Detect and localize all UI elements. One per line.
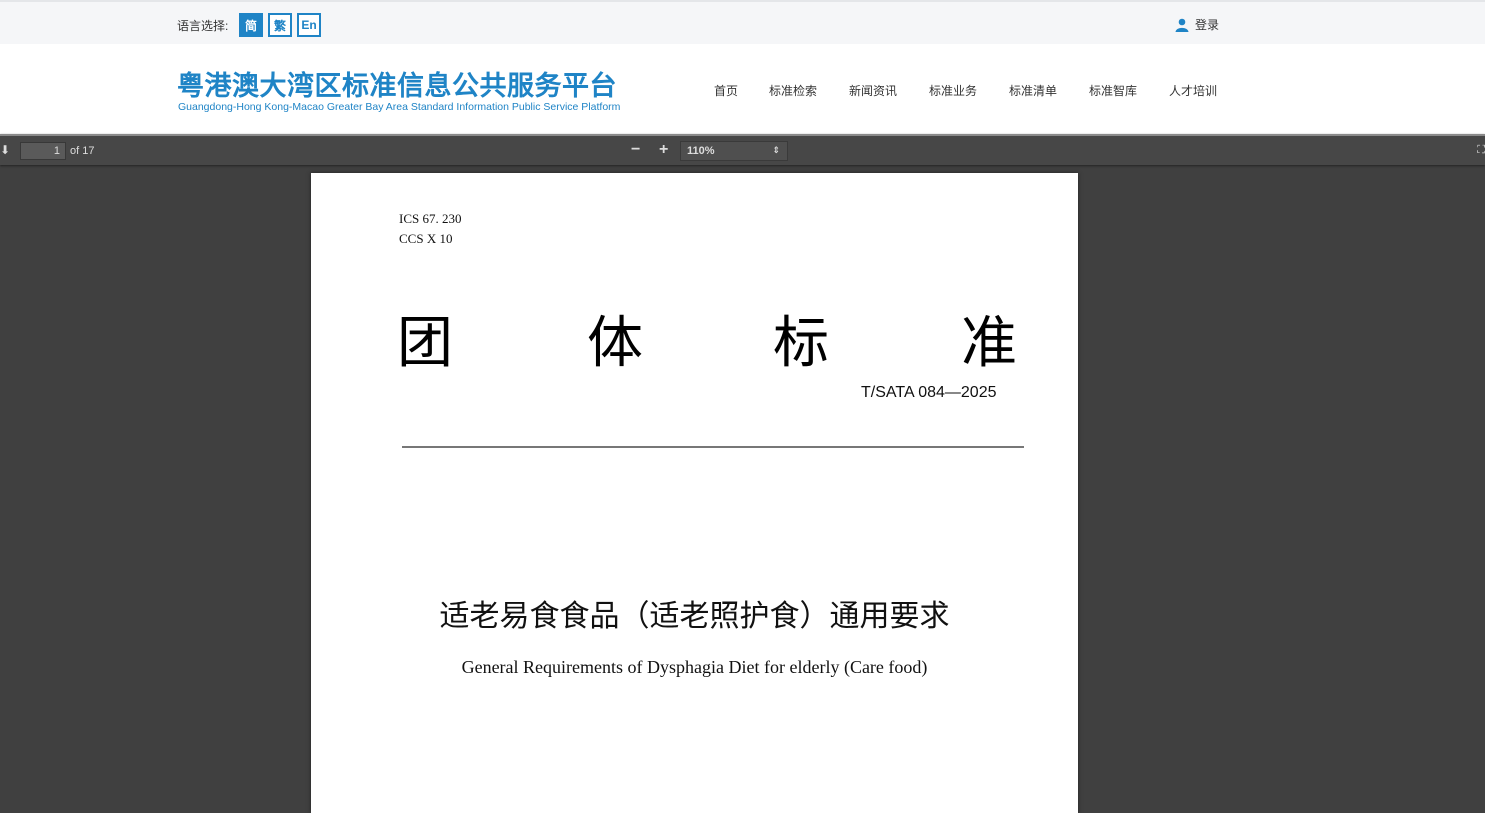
document-title-en: General Requirements of Dysphagia Diet f… xyxy=(461,657,928,677)
top-bar: 语言选择: 简 繁 En 登录 xyxy=(0,0,1485,44)
login-label: 登录 xyxy=(1195,18,1220,32)
download-icon[interactable]: ⬇ xyxy=(0,143,10,157)
nav-standard-search[interactable]: 标准检索 xyxy=(769,82,817,99)
lang-traditional-button[interactable]: 繁 xyxy=(268,13,292,37)
nav-home[interactable]: 首页 xyxy=(714,82,738,99)
page-number-input[interactable]: 1 xyxy=(20,142,66,160)
page-count: of 17 xyxy=(70,145,95,157)
pdf-toolbar: ⬇ 1 of 17 − + 110% ⇕ ⛶ xyxy=(0,134,1485,165)
document-title-cn: 适老易食食品（适老照护食）通用要求 xyxy=(439,600,950,633)
zoom-select[interactable]: 110% ⇕ xyxy=(680,141,788,161)
heading-char: 标 xyxy=(773,311,829,376)
user-icon xyxy=(1175,18,1189,32)
nav-standard-list[interactable]: 标准清单 xyxy=(1009,82,1057,99)
heading-char: 团 xyxy=(397,311,453,376)
nav-news[interactable]: 新闻资讯 xyxy=(849,82,897,99)
divider xyxy=(402,446,1024,448)
nav-think-tank[interactable]: 标准智库 xyxy=(1089,82,1137,99)
ics-code: ICS 67. 230 xyxy=(399,211,462,226)
login-link[interactable]: 登录 xyxy=(1175,16,1219,33)
nav-standard-business[interactable]: 标准业务 xyxy=(929,82,977,99)
nav-training[interactable]: 人才培训 xyxy=(1169,82,1217,99)
heading-char: 准 xyxy=(961,311,1017,376)
zoom-in-button[interactable]: + xyxy=(659,141,668,159)
fullscreen-icon[interactable]: ⛶ xyxy=(1477,144,1485,157)
lang-simplified-button[interactable]: 简 xyxy=(239,13,263,37)
heading-char: 体 xyxy=(587,311,643,376)
zoom-value: 110% xyxy=(687,145,715,157)
lang-english-button[interactable]: En xyxy=(297,13,321,37)
pdf-page: ICS 67. 230 CCS X 10 团 体 标 准 T/SATA 084—… xyxy=(311,173,1078,813)
logo-title[interactable]: 粤港澳大湾区标准信息公共服务平台 xyxy=(177,64,617,103)
standard-code: T/SATA 084—2025 xyxy=(861,384,997,401)
logo-subtitle: Guangdong-Hong Kong-Macao Greater Bay Ar… xyxy=(178,101,621,113)
site-header: 粤港澳大湾区标准信息公共服务平台 Guangdong-Hong Kong-Mac… xyxy=(0,44,1485,134)
language-label: 语言选择: xyxy=(177,19,229,33)
select-arrows-icon: ⇕ xyxy=(772,145,780,155)
ccs-code: CCS X 10 xyxy=(399,231,453,246)
zoom-out-button[interactable]: − xyxy=(631,141,640,159)
